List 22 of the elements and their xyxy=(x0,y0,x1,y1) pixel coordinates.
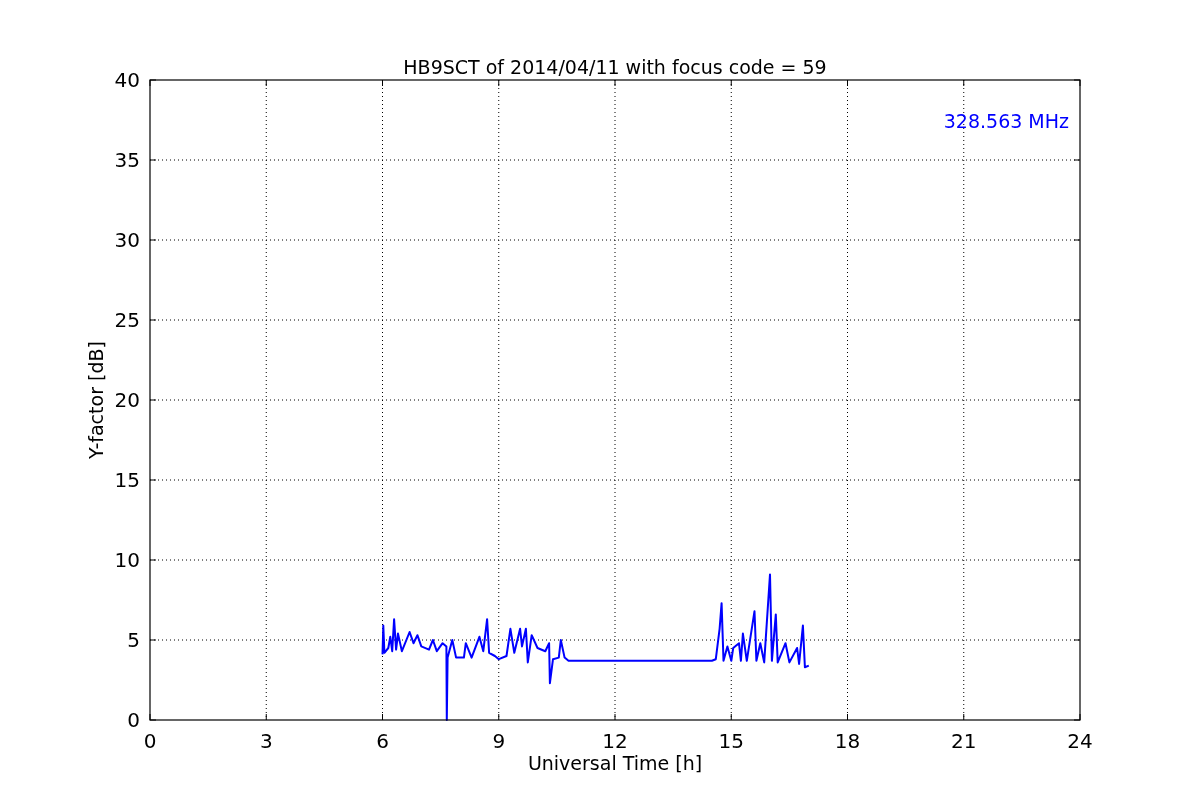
x-tick-label: 3 xyxy=(259,729,273,753)
y-axis-label: Y-factor [dB] xyxy=(85,341,107,459)
chart-title: HB9SCT of 2014/04/11 with focus code = 59 xyxy=(403,56,827,78)
y-tick-label: 35 xyxy=(114,148,140,172)
y-tick-label: 40 xyxy=(114,68,140,92)
y-tick-label: 25 xyxy=(114,308,140,332)
x-axis-label: Universal Time [h] xyxy=(527,752,703,774)
x-tick-label: 21 xyxy=(951,729,977,753)
y-tick-label: 10 xyxy=(114,548,140,572)
x-tick-label: 6 xyxy=(376,729,389,753)
y-tick-label: 0 xyxy=(127,708,140,732)
y-tick-label: 20 xyxy=(114,388,140,412)
y-tick-label: 15 xyxy=(114,468,140,492)
x-tick-label: 24 xyxy=(1067,729,1093,753)
frequency-annotation: 328.563 MHz xyxy=(943,110,1069,132)
x-tick-label: 12 xyxy=(602,729,628,753)
x-tick-label: 9 xyxy=(492,729,506,753)
x-tick-label: 15 xyxy=(718,729,744,753)
x-tick-label: 0 xyxy=(143,729,157,753)
y-tick-label: 5 xyxy=(127,628,140,652)
x-tick-label: 18 xyxy=(834,729,861,753)
y-tick-label: 30 xyxy=(114,228,140,252)
